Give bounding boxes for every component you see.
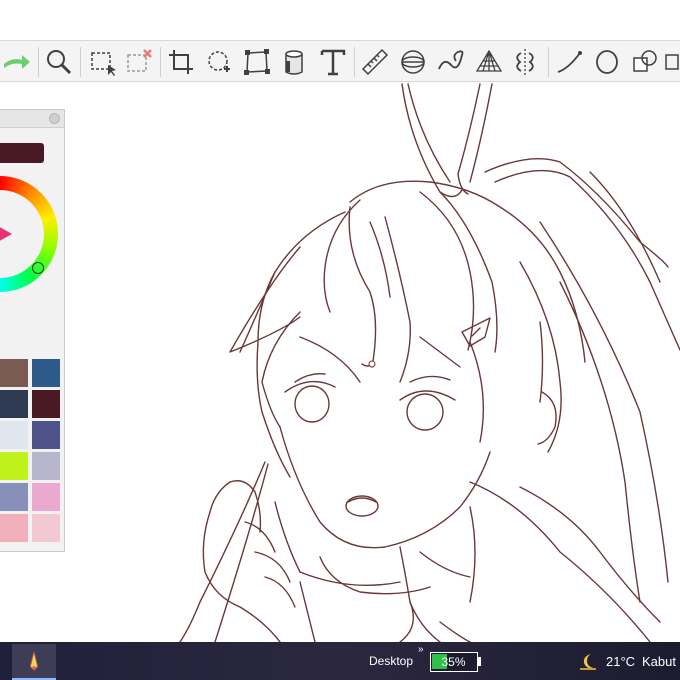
curve-guide-icon[interactable] (434, 45, 468, 79)
color-swatch[interactable] (32, 452, 60, 480)
free-transform-icon[interactable] (240, 45, 274, 79)
color-swatch[interactable] (32, 359, 60, 387)
deselect-icon[interactable] (122, 45, 156, 79)
stroke-line-icon[interactable] (552, 45, 586, 79)
color-swatch[interactable] (32, 421, 60, 449)
fill-bucket-icon[interactable] (277, 45, 311, 79)
current-color-swatch[interactable] (0, 143, 44, 163)
crop-icon[interactable] (164, 45, 198, 79)
weather-moon-icon (580, 654, 596, 670)
perspective-grid-icon[interactable] (472, 45, 506, 79)
color-swatch[interactable] (32, 514, 60, 542)
desktop-toolbar-label[interactable]: Desktop (369, 654, 413, 668)
color-swatch[interactable] (0, 390, 28, 418)
app-taskbar-button[interactable] (12, 644, 56, 680)
color-swatch[interactable] (0, 421, 28, 449)
weather-temperature[interactable]: 21°C (606, 654, 635, 669)
color-swatch[interactable] (0, 452, 28, 480)
ruler-icon[interactable] (358, 45, 392, 79)
weather-description[interactable]: Kabut (642, 654, 676, 669)
color-swatch[interactable] (0, 514, 28, 542)
symmetry-icon[interactable] (508, 45, 542, 79)
battery-percent-text: 35% (441, 655, 466, 669)
drawing-canvas[interactable] (0, 82, 680, 642)
color-swatch[interactable] (32, 483, 60, 511)
color-swatch[interactable] (0, 483, 28, 511)
zoom-icon[interactable] (42, 45, 76, 79)
saturation-triangle[interactable] (0, 206, 12, 262)
color-panel (0, 109, 65, 552)
ellipse-guide-icon[interactable] (396, 45, 430, 79)
text-icon[interactable] (316, 45, 350, 79)
toolbar-overflow-chevron[interactable]: » (418, 644, 424, 655)
select-rect-icon[interactable] (86, 45, 120, 79)
hue-handle[interactable] (32, 262, 44, 274)
line-art-drawing (179, 83, 680, 642)
color-swatch[interactable] (32, 390, 60, 418)
drawing-app-window: Desktop » 35% 21°C Kabut (0, 0, 680, 680)
panel-close-icon[interactable] (49, 113, 60, 124)
ellipse-icon[interactable] (590, 45, 624, 79)
redo-icon[interactable] (0, 45, 34, 79)
taskbar: Desktop » 35% 21°C Kabut (0, 642, 680, 680)
lasso-transform-icon[interactable] (202, 45, 236, 79)
color-wheel[interactable] (0, 176, 58, 292)
toolbar (0, 40, 680, 82)
layers-copy-icon[interactable] (628, 45, 662, 79)
more-icon[interactable] (664, 45, 680, 79)
battery-indicator[interactable]: 35% (430, 652, 478, 672)
pencil-app-icon (29, 651, 39, 671)
panel-titlebar[interactable] (0, 110, 64, 128)
color-swatch[interactable] (0, 359, 28, 387)
